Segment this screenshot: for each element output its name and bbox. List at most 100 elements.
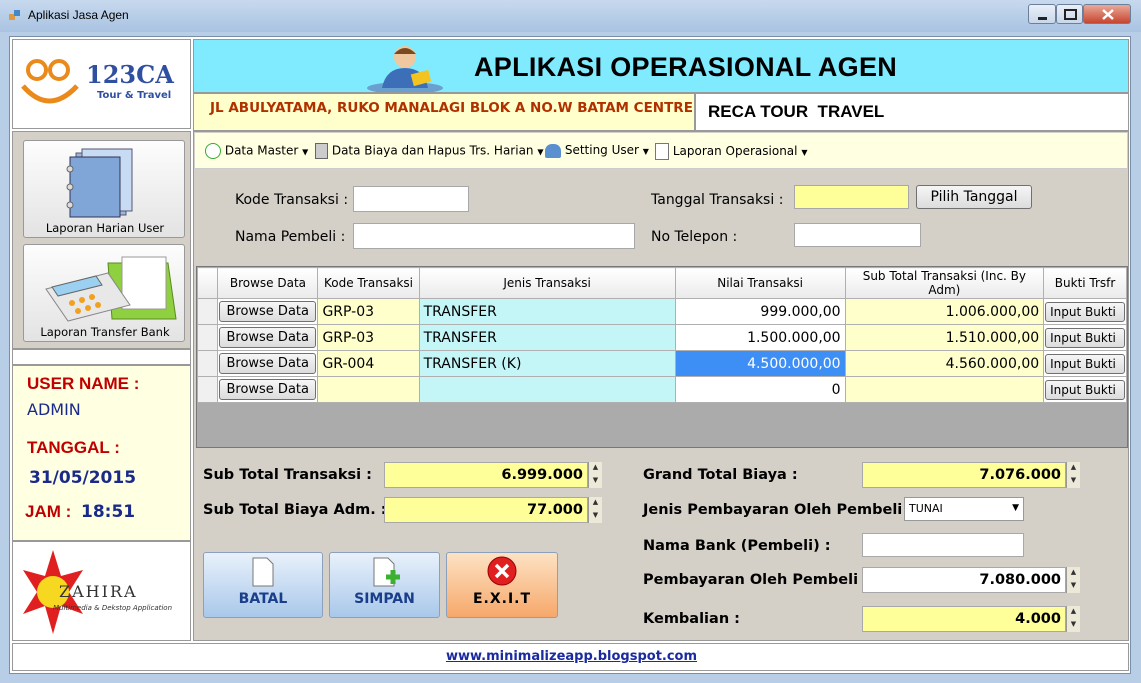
batal-label: BATAL	[238, 591, 288, 607]
sub-total-transaksi-label: Sub Total Transaksi :	[203, 467, 372, 483]
menu-data-master[interactable]: Data Master ▼	[205, 143, 308, 159]
sub-total-transaksi-field[interactable]: 6.999.000	[384, 462, 588, 488]
jam-label: JAM :	[25, 502, 72, 521]
simpan-label: SIMPAN	[354, 591, 415, 607]
document-add-icon	[373, 557, 400, 587]
menu-setting-user-label: Setting User	[564, 143, 639, 157]
jenis-pembayaran-value: TUNAI	[909, 502, 943, 515]
tanggal-value: 31/05/2015	[29, 468, 137, 488]
subtotal-cell[interactable]: 1.006.000,00	[844, 298, 1045, 325]
grand-total-field[interactable]: 7.076.000	[862, 462, 1066, 488]
jenis-cell[interactable]	[418, 376, 676, 403]
nilai-cell[interactable]: 1.500.000,00	[674, 324, 846, 351]
bukti-cell: Input Bukti	[1043, 324, 1127, 351]
row-header	[196, 298, 219, 325]
kembalian-spinner[interactable]: ▲ ▼	[1066, 606, 1080, 632]
subtotal-cell[interactable]	[844, 376, 1045, 403]
dropdown-arrow-icon: ▼	[537, 147, 544, 157]
minimize-button[interactable]	[1028, 4, 1056, 24]
menu-data-biaya[interactable]: Data Biaya dan Hapus Trs. Harian ▼	[315, 143, 544, 159]
laporan-transfer-bank-button[interactable]: Laporan Transfer Bank	[23, 244, 185, 342]
browse-data-button[interactable]: Browse Data	[219, 301, 317, 322]
col-nilai-transaksi: Nilai Transaksi	[674, 267, 846, 299]
jenis-pembayaran-label: Jenis Pembayaran Oleh Pembeli :	[643, 502, 914, 518]
footer-link[interactable]: www.minimalizeapp.blogspot.com	[13, 649, 1130, 664]
grand-total-label: Grand Total Biaya :	[643, 467, 798, 483]
tanggal-transaksi-input[interactable]	[794, 185, 909, 209]
logo-subtitle: Tour & Travel	[97, 90, 172, 101]
col-browse-data: Browse Data	[217, 267, 319, 299]
logo-text: 123CA	[86, 60, 174, 89]
menu-laporan-operasional-label: Laporan Operasional	[672, 144, 798, 158]
simpan-button[interactable]: SIMPAN	[329, 552, 440, 618]
agent-avatar-icon	[367, 46, 443, 92]
browse-data-button[interactable]: Browse Data	[219, 327, 317, 348]
biaya-adm-spinner[interactable]: ▲ ▼	[588, 497, 602, 523]
biaya-adm-field[interactable]: 77.000	[384, 497, 588, 523]
batal-button[interactable]: BATAL	[203, 552, 323, 618]
kode-cell[interactable]: GRP-03	[317, 324, 420, 351]
biaya-adm-label: Sub Total Biaya Adm. :	[203, 502, 387, 518]
dropdown-arrow-icon: ▼	[302, 147, 309, 157]
pembayaran-label: Pembayaran Oleh Pembeli :	[643, 572, 869, 588]
user-name-value: ADMIN	[27, 400, 81, 419]
browse-cell: Browse Data	[217, 298, 319, 325]
zahira-subtitle: Multimedia & Dekstop Application	[53, 604, 173, 612]
zahira-brand: ZAHIRA	[59, 582, 138, 601]
jenis-cell[interactable]: TRANSFER	[418, 298, 676, 325]
table-row: Browse Data GR-004 TRANSFER (K) 4.500.00…	[196, 350, 1127, 377]
row-header	[196, 350, 219, 377]
client-area: 123CA Tour & Travel APLIKASI OPERASIONAL…	[9, 36, 1131, 674]
exit-button[interactable]: E.X.I.T	[446, 552, 558, 618]
jenis-cell[interactable]: TRANSFER (K)	[418, 350, 676, 377]
grand-total-spinner[interactable]: ▲ ▼	[1066, 462, 1080, 488]
row-header	[196, 376, 219, 403]
close-circle-icon	[487, 556, 517, 586]
nilai-cell-selected[interactable]: 4.500.000,00	[674, 350, 846, 377]
pembayaran-spinner[interactable]: ▲ ▼	[1066, 567, 1080, 593]
app-icon	[8, 9, 22, 23]
kode-cell[interactable]: GRP-03	[317, 298, 420, 325]
kode-cell[interactable]: GR-004	[317, 350, 420, 377]
browse-data-button[interactable]: Browse Data	[219, 379, 317, 400]
menu-strip: Data Master ▼ Data Biaya dan Hapus Trs. …	[195, 133, 1127, 169]
no-telepon-input[interactable]	[794, 223, 921, 247]
app-title: APLIKASI OPERASIONAL AGEN	[474, 52, 898, 82]
spin-up-icon: ▲	[592, 463, 599, 471]
pembayaran-field[interactable]: 7.080.000	[862, 567, 1066, 593]
bukti-cell: Input Bukti	[1043, 298, 1127, 325]
browse-cell: Browse Data	[217, 350, 319, 377]
address-bar: JL ABULYATAMA, RUKO MANALAGI BLOK A NO.W…	[193, 93, 695, 131]
browse-data-button[interactable]: Browse Data	[219, 353, 317, 374]
spin-down-icon: ▼	[592, 511, 599, 519]
subtotal-cell[interactable]: 4.560.000,00	[844, 350, 1045, 377]
kode-cell[interactable]	[317, 376, 420, 403]
user-info-panel: USER NAME : ADMIN TANGGAL : 31/05/2015 J…	[12, 365, 191, 541]
report-icon	[655, 143, 669, 160]
nama-pembeli-input[interactable]	[353, 223, 635, 249]
input-bukti-button[interactable]: Input Bukti	[1045, 301, 1125, 322]
nilai-cell[interactable]: 999.000,00	[674, 298, 846, 325]
close-button[interactable]	[1083, 4, 1131, 24]
menu-data-master-label: Data Master	[224, 143, 299, 158]
maximize-button[interactable]	[1056, 4, 1083, 24]
pilih-tanggal-button[interactable]: Pilih Tanggal	[916, 185, 1032, 209]
menu-laporan-operasional[interactable]: Laporan Operasional ▼	[655, 143, 807, 160]
subtotal-cell[interactable]: 1.510.000,00	[844, 324, 1045, 351]
input-bukti-button[interactable]: Input Bukti	[1045, 379, 1125, 400]
jenis-pembayaran-select[interactable]: TUNAI ▼	[904, 497, 1024, 521]
sub-total-spinner[interactable]: ▲ ▼	[588, 462, 602, 488]
kembalian-field[interactable]: 4.000	[862, 606, 1066, 632]
jenis-cell[interactable]: TRANSFER	[418, 324, 676, 351]
nama-bank-input[interactable]	[862, 533, 1024, 557]
nilai-cell[interactable]: 0	[674, 376, 846, 403]
spin-up-icon: ▲	[1070, 568, 1077, 576]
jam-value: 18:51	[81, 502, 136, 522]
laporan-harian-user-button[interactable]: Laporan Harian User	[23, 140, 185, 238]
input-bukti-button[interactable]: Input Bukti	[1045, 327, 1125, 348]
col-kode-transaksi: Kode Transaksi	[317, 267, 420, 299]
data-master-icon	[205, 143, 221, 159]
menu-setting-user[interactable]: Setting User ▼	[545, 143, 649, 158]
kode-transaksi-input[interactable]	[353, 186, 469, 212]
input-bukti-button[interactable]: Input Bukti	[1045, 353, 1125, 374]
